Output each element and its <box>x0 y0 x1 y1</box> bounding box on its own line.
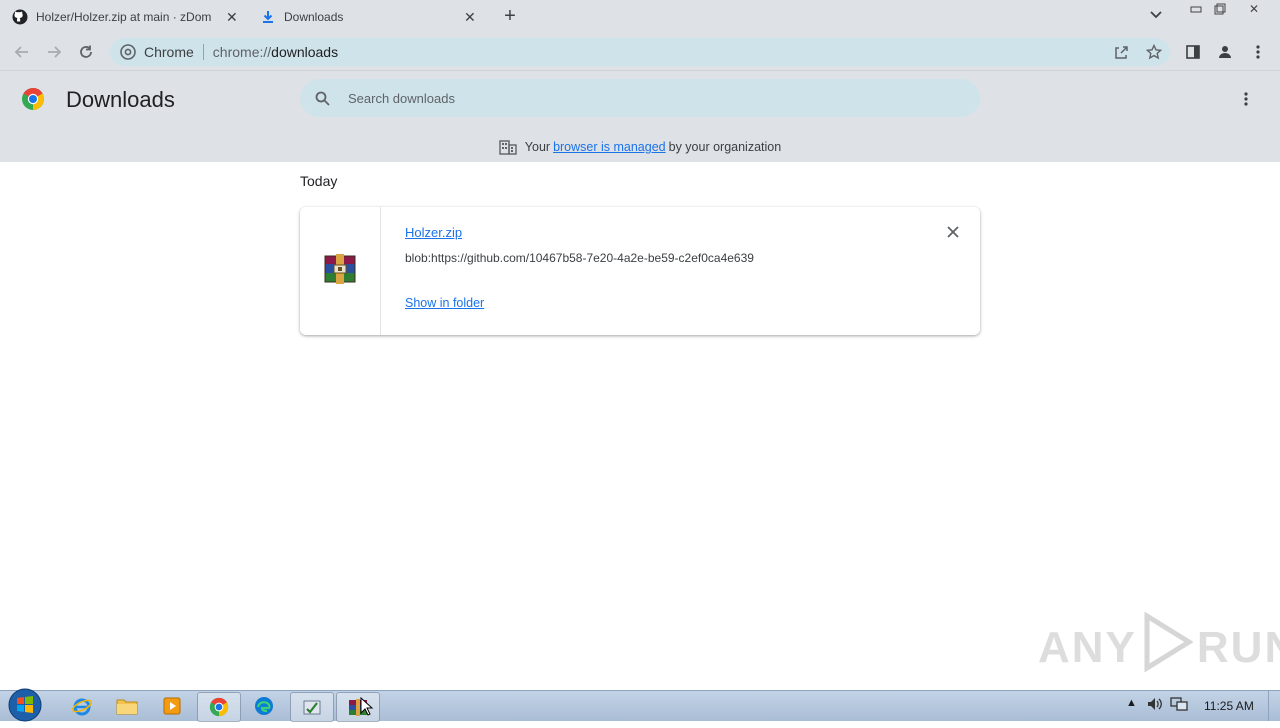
back-button[interactable] <box>12 42 32 62</box>
minimize-button[interactable] <box>1184 0 1208 18</box>
side-panel-icon[interactable] <box>1183 42 1203 62</box>
github-icon <box>12 9 28 25</box>
start-button[interactable] <box>6 687 44 723</box>
chrome-icon[interactable] <box>197 692 241 722</box>
downloads-more-actions-icon[interactable] <box>1236 89 1256 109</box>
search-downloads-box[interactable] <box>300 79 980 117</box>
chrome-menu-icon[interactable] <box>1248 42 1268 62</box>
tab-title: Downloads <box>284 10 344 24</box>
file-explorer-icon[interactable] <box>106 692 148 720</box>
close-window-button[interactable]: ✕ <box>1242 0 1266 18</box>
site-info-chip[interactable]: Chrome <box>110 44 194 60</box>
file-icon-column <box>300 207 381 335</box>
search-input[interactable] <box>346 89 950 107</box>
tab-downloads[interactable]: Downloads ✕ <box>244 0 490 34</box>
taskbar-clock[interactable]: 11:25 AM <box>1204 699 1254 713</box>
tab-strip: Holzer/Holzer.zip at main · zDom ✕ Downl… <box>0 0 1280 34</box>
date-heading: Today <box>300 173 338 189</box>
building-icon <box>499 139 517 155</box>
browser-toolbar: Chrome chrome://downloads <box>0 34 1280 71</box>
restore-button[interactable] <box>1208 0 1232 18</box>
url-scheme: chrome:// <box>212 44 272 60</box>
winrar-archive-icon <box>323 253 357 290</box>
file-name-link[interactable]: Holzer.zip <box>405 225 462 240</box>
omnibox-divider <box>202 44 204 60</box>
tab-github[interactable]: Holzer/Holzer.zip at main · zDom ✕ <box>12 0 242 34</box>
download-source-url: blob:https://github.com/10467b58-7e20-4a… <box>405 251 754 265</box>
watermark-left: ANY <box>1038 622 1137 672</box>
url-text[interactable]: chrome://downloads <box>213 44 338 60</box>
new-tab-button[interactable]: + <box>500 6 520 26</box>
windows-taskbar: ▲ 11:25 AM <box>0 687 1280 723</box>
browser-managed-link[interactable]: browser is managed <box>553 140 666 154</box>
remove-from-list-icon[interactable] <box>944 223 962 241</box>
mouse-cursor-icon <box>360 696 374 722</box>
close-tab-icon[interactable]: ✕ <box>464 9 476 26</box>
anyrun-watermark: ANY RUN <box>1038 611 1280 683</box>
volume-icon[interactable] <box>1146 696 1164 715</box>
search-icon <box>314 90 330 106</box>
address-bar[interactable]: Chrome chrome://downloads <box>110 38 1170 66</box>
tab-search-chevron-icon[interactable] <box>1150 8 1162 22</box>
show-in-folder-link[interactable]: Show in folder <box>405 296 484 310</box>
bookmark-star-icon[interactable] <box>1146 44 1162 60</box>
chrome-logo-icon <box>21 87 45 111</box>
site-chip-label: Chrome <box>144 44 194 60</box>
page-title: Downloads <box>66 87 175 112</box>
profile-icon[interactable] <box>1215 42 1235 62</box>
installer-icon[interactable] <box>290 692 334 722</box>
download-icon <box>260 9 276 25</box>
downloads-header: Downloads Your browser is managed by you… <box>0 71 1280 162</box>
watermark-play-icon <box>1141 611 1194 683</box>
tab-title: Holzer/Holzer.zip at main · zDom <box>36 10 212 24</box>
show-desktop-button[interactable] <box>1268 691 1280 721</box>
network-icon[interactable] <box>1170 696 1188 715</box>
managed-prefix: Your <box>524 140 551 154</box>
close-tab-icon[interactable]: ✕ <box>226 9 238 26</box>
managed-notice: Your browser is managed by your organiza… <box>0 139 1280 155</box>
media-player-icon[interactable] <box>151 692 193 720</box>
download-item-card: Holzer.zip blob:https://github.com/10467… <box>300 207 980 335</box>
url-host: downloads <box>271 44 339 60</box>
watermark-right: RUN <box>1196 622 1280 672</box>
share-icon[interactable] <box>1113 44 1129 60</box>
reload-button[interactable] <box>76 42 96 62</box>
chrome-site-icon <box>120 44 136 60</box>
internet-explorer-icon[interactable] <box>61 692 103 720</box>
forward-button[interactable] <box>44 42 64 62</box>
edge-icon[interactable] <box>243 692 285 720</box>
managed-suffix: by your organization <box>668 140 782 154</box>
show-hidden-icons-arrow[interactable]: ▲ <box>1126 697 1137 709</box>
